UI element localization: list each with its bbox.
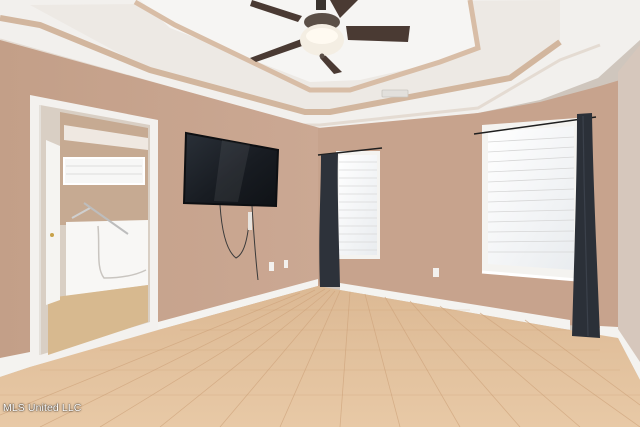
curtain-middle-window [319,153,340,287]
room-photo: MLS United LLC [0,0,640,427]
right-wall [618,45,640,380]
ceiling-vent [381,89,409,98]
watermark: MLS United LLC [3,402,82,414]
wall-outlet [433,268,439,277]
wall-outlet [284,260,288,268]
room-illustration [0,0,640,427]
window-right [481,118,578,282]
wall-outlet [269,262,274,271]
window-middle [336,151,380,259]
bathroom-doorway[interactable] [30,95,158,367]
